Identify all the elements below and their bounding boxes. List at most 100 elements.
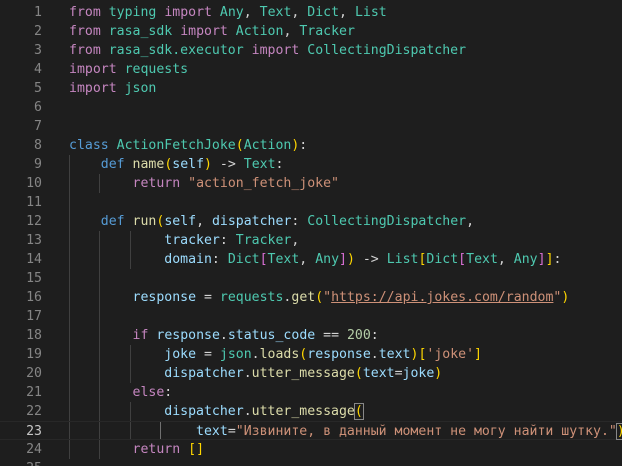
code-line[interactable]: 10 return "action_fetch_joke" (0, 174, 622, 193)
code-line[interactable]: 8 class ActionFetchJoke(Action): (0, 136, 622, 155)
code-token: CollectingDispatcher (307, 43, 467, 58)
code-token: , (299, 252, 316, 267)
code-line[interactable]: 25 (0, 459, 622, 466)
code-token: ( (353, 403, 364, 420)
code-token: Text (466, 252, 498, 267)
code-line[interactable]: 16 response = requests.get("https://api.… (0, 288, 622, 307)
code-line[interactable]: 1 from typing import Any, Text, Dict, Lis… (0, 3, 622, 22)
code-line[interactable]: 12 def run(self, dispatcher: CollectingD… (0, 212, 622, 231)
code-token: text (362, 366, 395, 381)
code-editor[interactable]: 1 from typing import Any, Text, Dict, Lis… (0, 0, 622, 466)
code-token: Text (259, 5, 292, 20)
code-token: rasa_sdk (108, 24, 173, 39)
line-number: 18 (26, 328, 42, 343)
code-token: Any (315, 252, 340, 267)
code-token: = (196, 290, 220, 305)
code-token: " (323, 290, 332, 305)
line-code: return "action_fetch_joke" (69, 174, 339, 193)
code-token: , (291, 233, 300, 248)
code-line[interactable]: 21 else: (0, 383, 622, 402)
line-code: import json (69, 79, 156, 98)
line-code: from typing import Any, Text, Dict, List (69, 3, 387, 22)
code-token: Text (267, 252, 300, 267)
code-token: ( (235, 138, 244, 153)
code-token: self (172, 157, 205, 172)
code-token: Text (243, 157, 276, 172)
code-line[interactable]: 7 (0, 117, 622, 136)
line-code: if response.status_code == 200: (69, 326, 379, 345)
code-token: json (219, 347, 252, 362)
code-line[interactable]: 2 from rasa_sdk import Action, Tracker (0, 22, 622, 41)
code-token: ] (196, 442, 205, 457)
code-token: self (164, 214, 197, 229)
code-token: Dict (307, 5, 340, 20)
code-line[interactable]: 4 import requests (0, 60, 622, 79)
code-token: requests (219, 290, 284, 305)
code-line[interactable]: 18 if response.status_code == 200: (0, 326, 622, 345)
code-line[interactable]: 20 dispatcher.utter_message(text=joke) (0, 364, 622, 383)
code-line[interactable]: 11 (0, 193, 622, 212)
code-line[interactable]: 19 joke = json.loads(response.text)['jok… (0, 345, 622, 364)
code-token: [ (458, 252, 467, 267)
code-line[interactable]: 17 (0, 307, 622, 326)
code-token: , (497, 252, 514, 267)
line-code: domain: Dict[Text, Any]) -> List[Dict[Te… (69, 250, 561, 269)
code-token: rasa_sdk.executor (108, 43, 244, 58)
code-token: ActionFetchJoke (116, 138, 236, 153)
code-line[interactable]: 6 (0, 98, 622, 117)
code-token: text (378, 347, 411, 362)
code-token: == (315, 328, 347, 343)
code-token: domain (164, 252, 212, 267)
code-token: run (132, 214, 157, 229)
code-token: 'joke' (426, 347, 475, 362)
code-line[interactable]: 24 return [] (0, 440, 622, 459)
line-code: return [] (69, 440, 205, 459)
code-line[interactable]: 13 tracker: Tracker, (0, 231, 622, 250)
line-number: 24 (26, 442, 42, 457)
code-token: . (370, 347, 379, 362)
code-token: : (553, 252, 562, 267)
line-number: 1 (34, 5, 42, 20)
code-line[interactable]: 14 domain: Dict[Text, Any]) -> List[Dict… (0, 250, 622, 269)
line-number: 22 (26, 404, 42, 419)
code-token: , (339, 5, 355, 20)
line-number: 19 (26, 347, 42, 362)
code-line[interactable]: 5 import json (0, 79, 622, 98)
code-token: Action (243, 138, 292, 153)
code-token: dispatcher (211, 214, 292, 229)
line-number: 17 (26, 309, 42, 324)
code-line[interactable]: 23 text="Извините, в данный момент не мо… (0, 421, 622, 440)
line-code: joke = json.loads(response.text)['joke'] (69, 345, 482, 364)
code-line[interactable]: 9 def name(self) -> Text: (0, 155, 622, 174)
code-token: status_code (227, 328, 316, 343)
code-token: joke (402, 366, 435, 381)
code-token: CollectingDispatcher (307, 214, 467, 229)
code-line[interactable]: 3 from rasa_sdk.executor import Collectin… (0, 41, 622, 60)
code-token: -> (211, 157, 244, 172)
code-token: else (132, 385, 165, 400)
code-token: List (386, 252, 419, 267)
code-token: . (243, 404, 252, 419)
code-line[interactable]: 22 dispatcher.utter_message( (0, 402, 622, 421)
code-token: 200 (346, 328, 371, 343)
code-token: from (69, 43, 101, 58)
code-token: typing (108, 5, 157, 20)
code-line[interactable]: 15 (0, 269, 622, 288)
code-token: return (132, 442, 181, 457)
code-token: , (283, 24, 300, 39)
code-token: ) (434, 366, 443, 381)
line-code: def name(self) -> Text: (69, 155, 284, 174)
